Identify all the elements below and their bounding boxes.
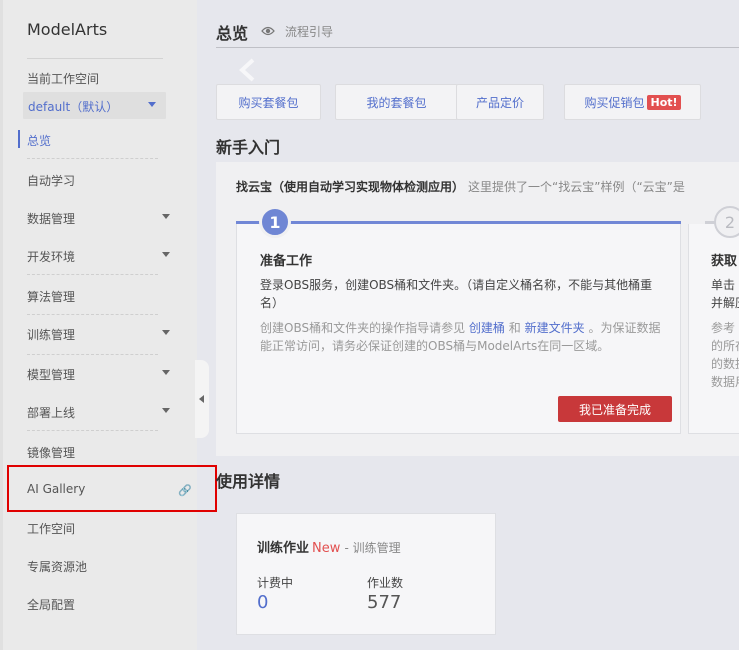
button-label: 我的套餐包 [366, 95, 427, 110]
step-description: 单击 并解压 [711, 276, 739, 312]
training-job-card[interactable]: 训练作业 New - 训练管理 计费中 0 作业数 577 [236, 513, 496, 635]
case-title: 找云宝（使用自动学习实现物体检测应用） [236, 180, 465, 194]
chevron-left-icon[interactable] [237, 58, 257, 82]
chevron-down-icon[interactable] [162, 252, 170, 257]
sidebar-item-auto-learning[interactable]: 自动学习 [18, 162, 159, 196]
sidebar-item-label: 镜像管理 [27, 446, 76, 460]
sidebar-item-label: 开发环境 [27, 250, 76, 264]
buy-promo-button[interactable]: 购买促销包 Hot! [564, 84, 701, 120]
sidebar: ModelArts 当前工作空间 default（默认） 总览 自动学习 数据管… [0, 0, 197, 650]
sidebar-item-algorithms[interactable]: 算法管理 [18, 278, 159, 312]
section-title: 新手入门 [216, 138, 281, 157]
sidebar-item-data-management[interactable]: 数据管理 [18, 200, 159, 234]
billing-label: 计费中 [257, 576, 294, 590]
step-card: 获取 单击 并解压 参考 的所在 的数据 数据用 [688, 224, 739, 434]
step-number-badge: 2 [714, 206, 739, 238]
create-folder-link[interactable]: 新建文件夹 [525, 321, 585, 335]
step-note-text: 创建OBS桶和文件夹的操作指导请参见 [260, 321, 466, 335]
step-card: 准备工作 登录OBS服务，创建OBS桶和文件夹。（请自定义桶名称，不能与其他桶重… [236, 224, 681, 434]
page-title: 总览 [216, 24, 249, 43]
step-text-line: 参考 [711, 321, 736, 335]
button-label: 我已准备完成 [578, 402, 651, 417]
buy-package-button[interactable]: 购买套餐包 [216, 84, 321, 120]
pricing-button[interactable]: 产品定价 [456, 84, 544, 120]
sidebar-item-models[interactable]: 模型管理 [18, 356, 159, 390]
step-text-line: 的所在 [711, 339, 739, 353]
card-title-text: 训练作业 [257, 541, 310, 556]
jobs-value[interactable]: 577 [367, 592, 401, 613]
intro-card: 找云宝（使用自动学习实现物体检测应用） 这里提供了一个“找云宝”样例（“云宝”是 … [216, 162, 739, 456]
sidebar-item-label: 自动学习 [27, 174, 76, 188]
sidebar-item-label: 训练管理 [27, 328, 76, 342]
highlight-box [7, 465, 217, 512]
step-number-badge: 1 [259, 206, 291, 238]
sidebar-item-deploy[interactable]: 部署上线 [18, 394, 159, 428]
ready-done-button[interactable]: 我已准备完成 [558, 396, 672, 422]
chevron-down-icon[interactable] [162, 370, 170, 375]
button-label: 购买套餐包 [238, 95, 299, 110]
divider [27, 354, 158, 355]
card-subtitle: - 训练管理 [344, 541, 401, 555]
sidebar-item-label: 模型管理 [27, 368, 76, 382]
step-title: 准备工作 [260, 254, 313, 269]
step-note: 参考 的所在 的数据 数据用 [711, 319, 739, 391]
chevron-down-icon[interactable] [162, 214, 170, 219]
step-note: 创建OBS桶和文件夹的操作指导请参见 创建桶 和 新建文件夹 。为保证数据能正常… [260, 319, 670, 355]
brand-title: ModelArts [27, 20, 108, 39]
step-text-line: 数据用 [711, 375, 739, 389]
chevron-down-icon [148, 102, 156, 107]
step-description: 登录OBS服务，创建OBS桶和文件夹。（请自定义桶名称，不能与其他桶重名） [260, 278, 653, 310]
card-title: 训练作业 New - 训练管理 [257, 537, 401, 556]
step-title: 获取 [711, 254, 738, 269]
divider [27, 274, 158, 275]
workspace-label: 当前工作空间 [27, 72, 100, 86]
divider [27, 158, 158, 159]
button-label: 产品定价 [475, 95, 524, 110]
step-text-line: 单击 [711, 278, 736, 292]
section-title: 使用详情 [216, 472, 281, 491]
divider [27, 430, 158, 431]
divider [216, 47, 739, 48]
process-guide-link[interactable]: 流程引导 [285, 23, 333, 40]
workspace-select[interactable]: default（默认） [23, 92, 166, 119]
active-indicator [18, 130, 20, 148]
step-text-line: 并解压 [711, 296, 739, 310]
new-badge: New [312, 541, 341, 556]
sidebar-item-overview[interactable]: 总览 [18, 122, 159, 156]
button-label: 购买促销包 [584, 95, 645, 110]
case-description: 这里提供了一个“找云宝”样例（“云宝”是 [468, 180, 685, 194]
sidebar-item-dedicated-pool[interactable]: 专属资源池 [18, 548, 159, 582]
sidebar-item-label: 全局配置 [27, 598, 76, 612]
sidebar-item-label: 专属资源池 [27, 560, 88, 574]
sidebar-item-label: 总览 [27, 134, 52, 148]
divider [27, 314, 158, 315]
create-bucket-link[interactable]: 创建桶 [469, 321, 505, 335]
sidebar-item-label: 工作空间 [27, 522, 76, 536]
step-note-text: 和 [508, 321, 521, 335]
sidebar-item-global-config[interactable]: 全局配置 [18, 586, 159, 620]
case-header: 找云宝（使用自动学习实现物体检测应用） 这里提供了一个“找云宝”样例（“云宝”是 [236, 178, 685, 195]
sidebar-item-workspace[interactable]: 工作空间 [18, 510, 159, 544]
chevron-down-icon[interactable] [162, 408, 170, 413]
billing-value[interactable]: 0 [257, 592, 268, 613]
sidebar-item-label: 算法管理 [27, 290, 76, 304]
step-text-line: 的数据 [711, 357, 739, 371]
my-package-button[interactable]: 我的套餐包 [335, 84, 458, 120]
sidebar-item-label: 数据管理 [27, 212, 76, 226]
sidebar-item-label: 部署上线 [27, 406, 76, 420]
chevron-down-icon[interactable] [162, 330, 170, 335]
workspace-select-value: default（默认） [28, 100, 119, 114]
divider [27, 58, 163, 59]
sidebar-item-training[interactable]: 训练管理 [18, 316, 159, 350]
sidebar-item-images[interactable]: 镜像管理 [18, 434, 159, 468]
jobs-label: 作业数 [367, 576, 404, 590]
hot-badge: Hot! [647, 94, 681, 110]
eye-icon[interactable] [261, 26, 275, 36]
main-content: 总览 流程引导 购买套餐包 我的套餐包 产品定价 购买促销包 Hot! 新手入门… [197, 0, 739, 650]
sidebar-item-dev-env[interactable]: 开发环境 [18, 238, 159, 272]
